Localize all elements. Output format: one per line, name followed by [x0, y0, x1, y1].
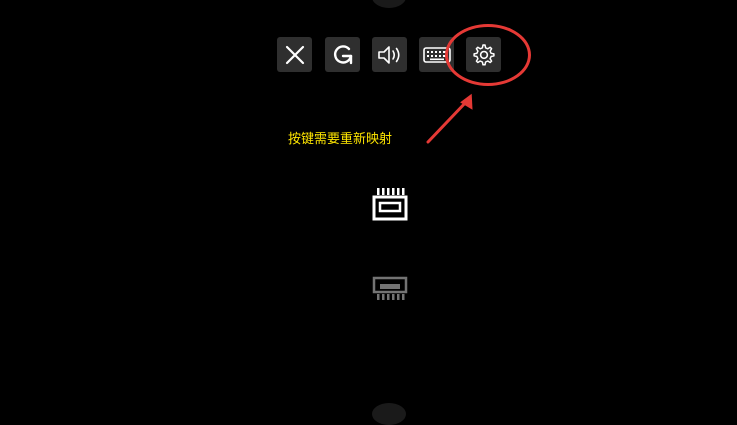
refresh-icon	[333, 44, 352, 64]
save-slot-icon[interactable]	[372, 276, 410, 306]
close-icon	[285, 45, 304, 64]
refresh-button[interactable]	[325, 37, 360, 72]
volume-button[interactable]	[372, 37, 407, 72]
remap-hint-text: 按键需要重新映射	[288, 132, 393, 147]
save-slot-icon[interactable]	[372, 186, 410, 224]
close-button[interactable]	[277, 37, 312, 72]
annotation-arrow	[426, 93, 473, 144]
top-drag-handle[interactable]	[372, 0, 406, 8]
annotation-highlight-circle	[445, 24, 531, 86]
volume-icon	[377, 45, 400, 64]
bottom-drag-handle[interactable]	[372, 403, 406, 425]
